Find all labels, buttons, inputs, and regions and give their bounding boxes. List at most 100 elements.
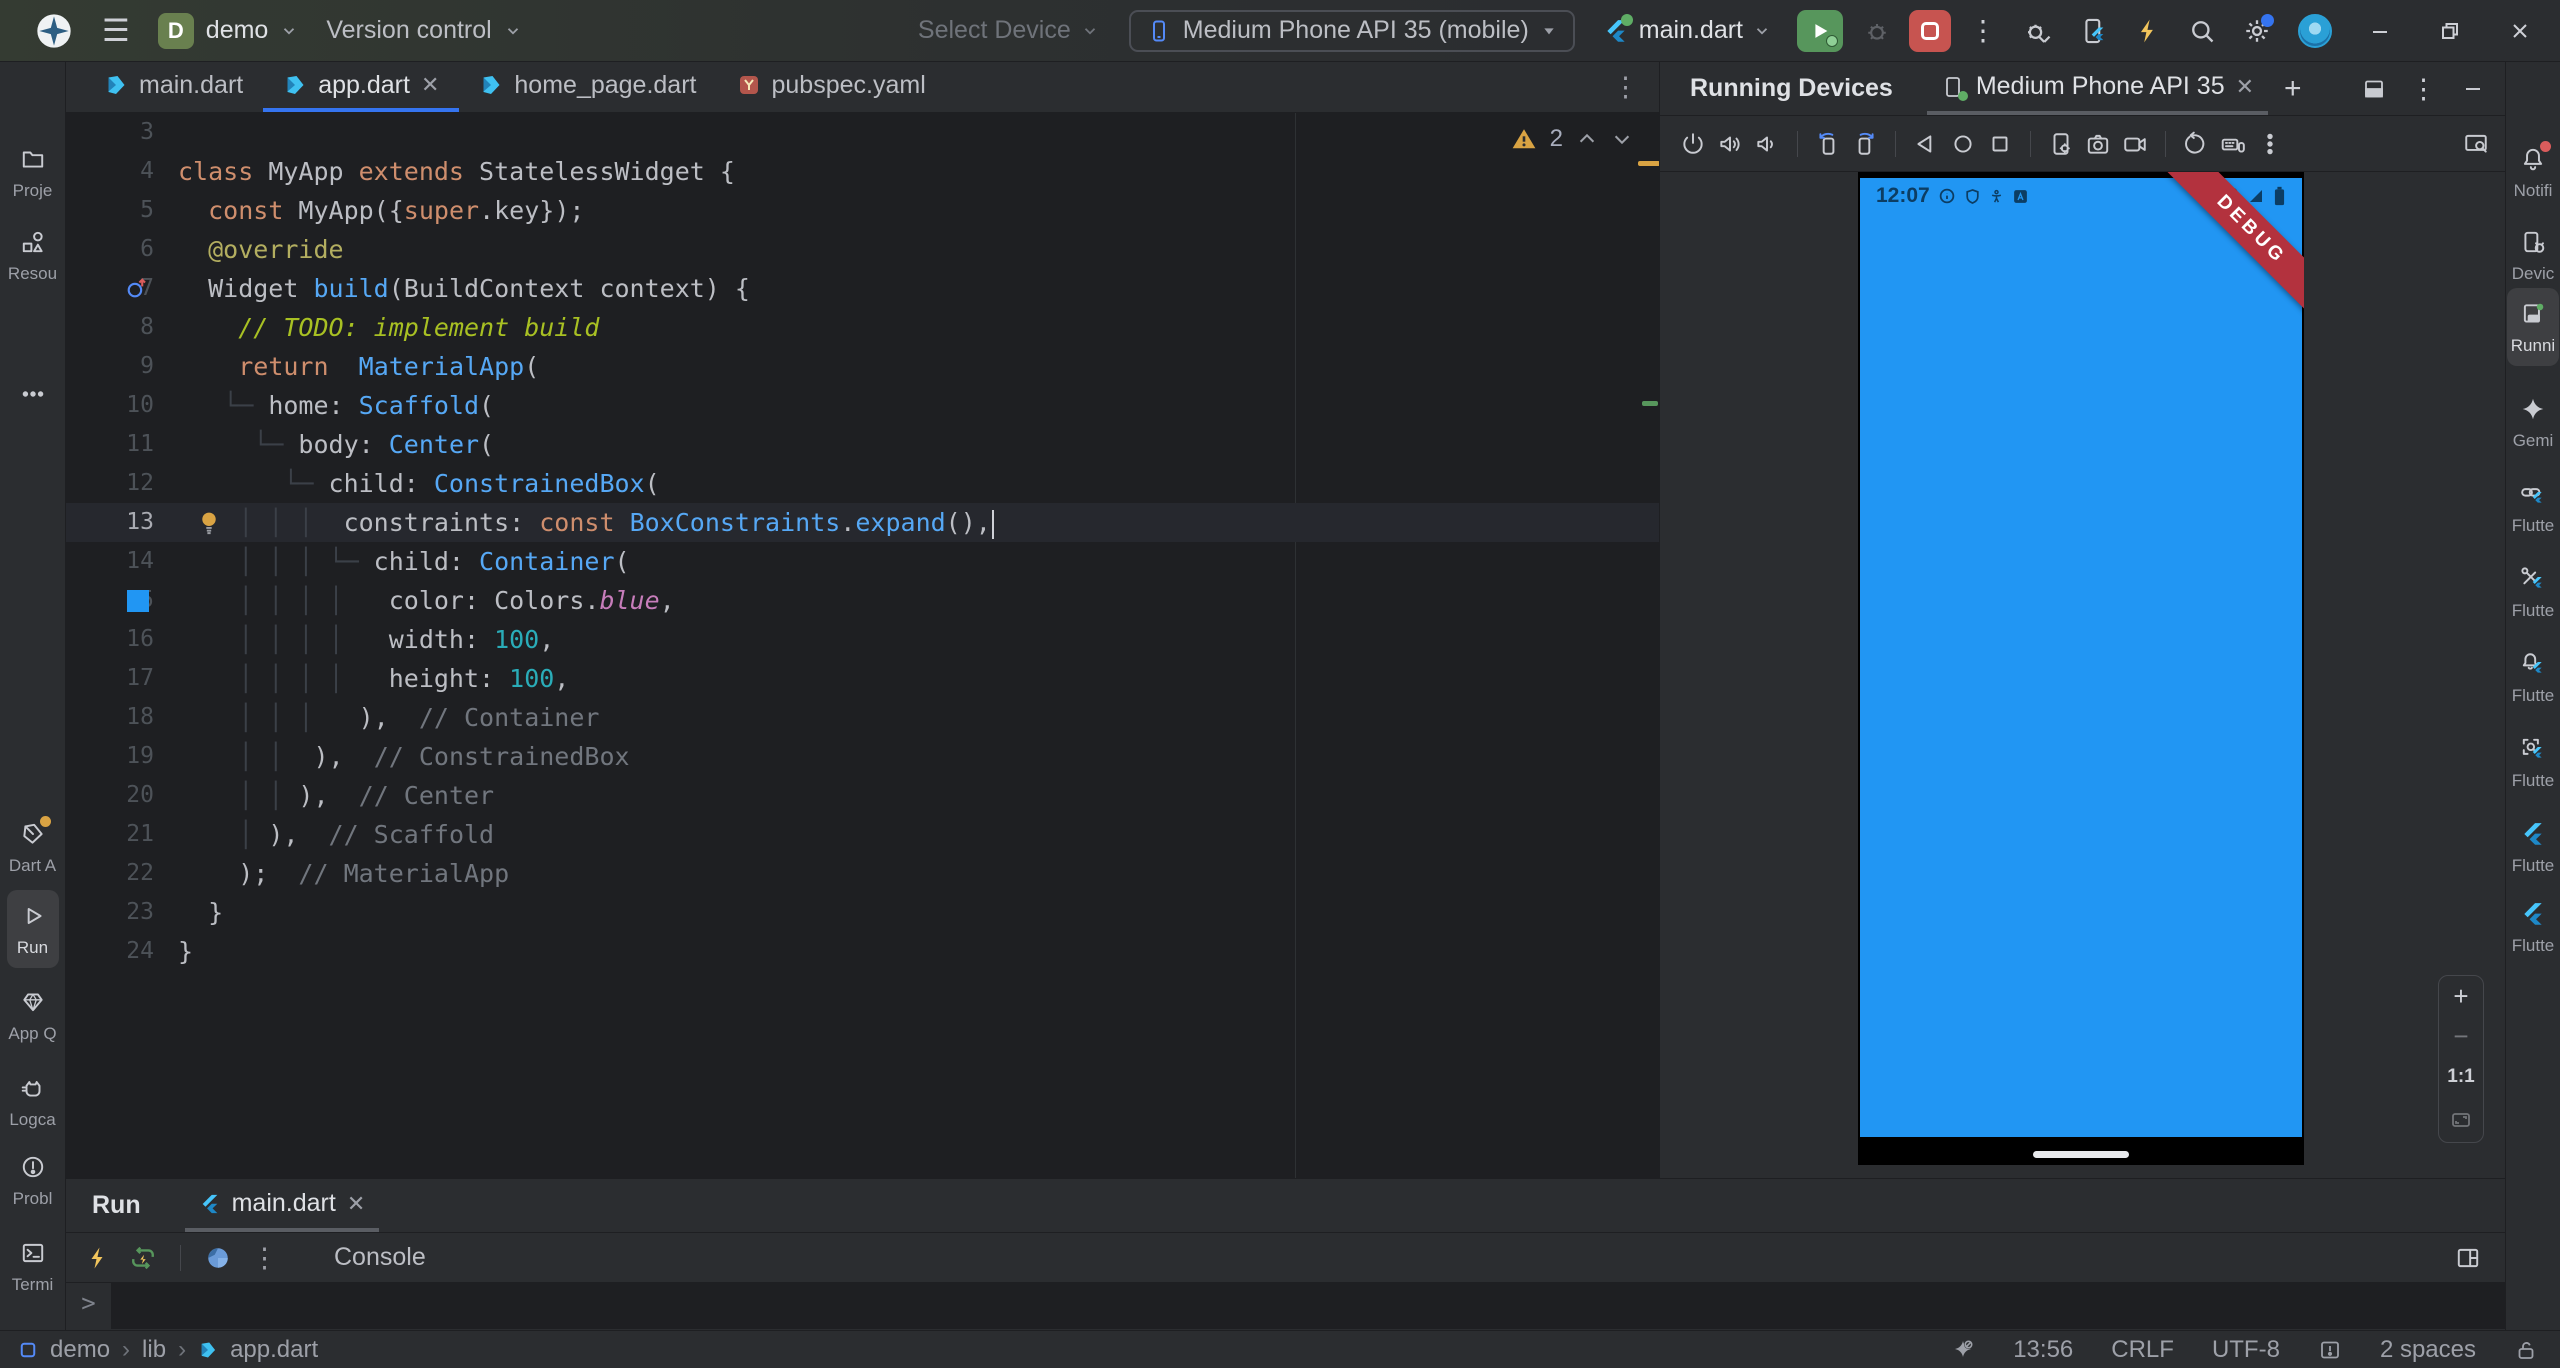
line-number[interactable]: 19 xyxy=(66,737,154,776)
tool-strip-item-Flutte[interactable]: Flutte xyxy=(2506,732,2560,791)
add-device-tab-icon[interactable]: + xyxy=(2284,72,2302,106)
line-number[interactable]: 13 xyxy=(66,503,154,542)
run-tab[interactable]: main.dart ✕ xyxy=(185,1179,380,1232)
tool-strip-item-more[interactable] xyxy=(0,377,65,416)
line-separator[interactable]: CRLF xyxy=(2111,1336,2174,1364)
editor-tab-main.dart[interactable]: main.dart xyxy=(84,62,263,112)
line-number[interactable]: 21 xyxy=(66,815,154,854)
inspections-widget[interactable]: 2 xyxy=(1511,125,1633,153)
volume-up-icon[interactable] xyxy=(1717,131,1743,157)
volume-down-icon[interactable] xyxy=(1754,131,1780,157)
code-line-18[interactable]: 18 │ │ │ ), // Container xyxy=(66,698,1659,737)
line-number[interactable]: 9 xyxy=(66,347,154,386)
tool-strip-item-Runni[interactable]: Runni xyxy=(2506,297,2560,356)
close-icon[interactable] xyxy=(2508,19,2532,43)
emulator-screen[interactable]: 12:07 3G xyxy=(1860,178,2302,1137)
code-line-10[interactable]: 10 └─ home: Scaffold( xyxy=(66,386,1659,425)
window-search-icon[interactable] xyxy=(2463,131,2489,157)
line-number[interactable]: 12 xyxy=(66,464,154,503)
more-icon[interactable] xyxy=(2257,131,2283,157)
line-number[interactable]: 17 xyxy=(66,659,154,698)
line-number[interactable]: 4 xyxy=(66,152,154,191)
avatar[interactable] xyxy=(2298,14,2332,48)
code-line-3[interactable]: 3 xyxy=(66,113,1659,152)
run-button[interactable] xyxy=(1797,10,1843,52)
tool-strip-item-Logca[interactable]: Logca xyxy=(0,1071,65,1130)
rotate-left-icon[interactable] xyxy=(1815,131,1841,157)
highlight-level-icon[interactable] xyxy=(2318,1338,2342,1362)
settings-icon[interactable] xyxy=(2243,17,2271,45)
code-line-5[interactable]: 5 const MyApp({super.key}); xyxy=(66,191,1659,230)
split-view-icon[interactable] xyxy=(2362,77,2386,101)
next-warning-icon[interactable] xyxy=(1611,128,1633,150)
snapshots-icon[interactable] xyxy=(2183,131,2209,157)
hot-reload-icon[interactable] xyxy=(86,1246,110,1270)
code-line-4[interactable]: 4class MyApp extends StatelessWidget { xyxy=(66,152,1659,191)
scrollbar-change-mark[interactable] xyxy=(1642,401,1658,406)
tool-strip-item-Termi[interactable]: Termi xyxy=(0,1236,65,1295)
code-line-16[interactable]: 16 │ │ │ │ width: 100, xyxy=(66,620,1659,659)
gesture-navigation-pill[interactable] xyxy=(2033,1151,2129,1158)
code-line-14[interactable]: 14 │ │ │ └─ child: Container( xyxy=(66,542,1659,581)
tool-strip-item-Flutte[interactable]: Flutte xyxy=(2506,817,2560,876)
code-line-17[interactable]: 17 │ │ │ │ height: 100, xyxy=(66,659,1659,698)
tool-strip-item-Probl[interactable]: Probl xyxy=(0,1150,65,1209)
code-line-22[interactable]: 22 ); // MaterialApp xyxy=(66,854,1659,893)
console-label[interactable]: Console xyxy=(334,1243,426,1272)
close-tab-icon[interactable]: ✕ xyxy=(2236,74,2254,100)
color-preview-chip[interactable] xyxy=(127,590,149,612)
vcs-menu[interactable]: Version control xyxy=(326,16,521,45)
line-number[interactable]: 24 xyxy=(66,932,154,971)
tool-strip-item-Proje[interactable]: Proje xyxy=(0,142,65,201)
stop-button[interactable] xyxy=(1909,10,1951,52)
screen-record-icon[interactable] xyxy=(2122,131,2148,157)
hardware-input-icon[interactable] xyxy=(2220,131,2246,157)
hot-restart-icon[interactable] xyxy=(130,1245,156,1271)
line-number[interactable]: 18 xyxy=(66,698,154,737)
actual-size-button[interactable]: 1:1 xyxy=(2447,1066,2474,1088)
code-line-6[interactable]: 6 @override xyxy=(66,230,1659,269)
code-line-24[interactable]: 24} xyxy=(66,932,1659,971)
breadcrumb-folder[interactable]: lib xyxy=(142,1336,166,1364)
close-tab-icon[interactable]: ✕ xyxy=(421,72,439,98)
code-line-23[interactable]: 23 } xyxy=(66,893,1659,932)
prev-warning-icon[interactable] xyxy=(1576,128,1598,150)
hide-panel-icon[interactable] xyxy=(2461,77,2485,101)
device-tab[interactable]: Medium Phone API 35 ✕ xyxy=(1927,62,2268,115)
zoom-in-button[interactable]: + xyxy=(2453,986,2468,1006)
line-number[interactable]: 11 xyxy=(66,425,154,464)
line-number[interactable]: 8 xyxy=(66,308,154,347)
indent-setting[interactable]: 2 spaces xyxy=(2380,1336,2476,1364)
debug-restart-icon[interactable] xyxy=(2023,16,2053,46)
minimize-icon[interactable] xyxy=(2368,19,2392,43)
code-line-19[interactable]: 19 │ │ ), // ConstrainedBox xyxy=(66,737,1659,776)
breadcrumb-file[interactable]: app.dart xyxy=(230,1336,318,1364)
debug-button[interactable] xyxy=(1863,17,1891,45)
tool-strip-item-Notifi[interactable]: Notifi xyxy=(2506,142,2560,201)
tool-strip-item-Resou[interactable]: Resou xyxy=(0,225,65,284)
dart-devtools-icon[interactable] xyxy=(205,1245,231,1271)
breadcrumb-project[interactable]: demo xyxy=(50,1336,110,1364)
editor-tab-app.dart[interactable]: app.dart✕ xyxy=(263,62,459,112)
run-configuration-dropdown[interactable]: main.dart xyxy=(1603,16,1771,45)
line-number[interactable]: 23 xyxy=(66,893,154,932)
close-tab-icon[interactable]: ✕ xyxy=(347,1191,365,1217)
scrollbar-warning-mark[interactable] xyxy=(1638,161,1659,166)
emulator-display[interactable]: 12:07 3G DEBUG xyxy=(1858,172,2304,1165)
code-line-7[interactable]: 7 Widget build(BuildContext context) { xyxy=(66,269,1659,308)
line-number[interactable]: 20 xyxy=(66,776,154,815)
code-line-15[interactable]: 15 │ │ │ │ color: Colors.blue, xyxy=(66,581,1659,620)
tool-strip-item-Dart A[interactable]: Dart A xyxy=(0,817,65,876)
screenshot-icon[interactable] xyxy=(2085,131,2111,157)
line-number[interactable]: 5 xyxy=(66,191,154,230)
code-line-20[interactable]: 20 │ │ ), // Center xyxy=(66,776,1659,815)
code-line-21[interactable]: 21 │ ), // Scaffold xyxy=(66,815,1659,854)
layout-settings-icon[interactable] xyxy=(2455,1245,2481,1271)
project-widget[interactable]: D demo xyxy=(158,13,299,49)
zoom-out-button[interactable]: − xyxy=(2453,1026,2468,1046)
main-menu-icon[interactable]: ☰ xyxy=(102,15,130,46)
unlock-icon[interactable] xyxy=(2514,1338,2538,1362)
tool-strip-item-Flutte[interactable]: Flutte xyxy=(2506,897,2560,956)
overview-icon[interactable] xyxy=(1987,131,2013,157)
tool-strip-item-Flutte[interactable]: Flutte xyxy=(2506,647,2560,706)
